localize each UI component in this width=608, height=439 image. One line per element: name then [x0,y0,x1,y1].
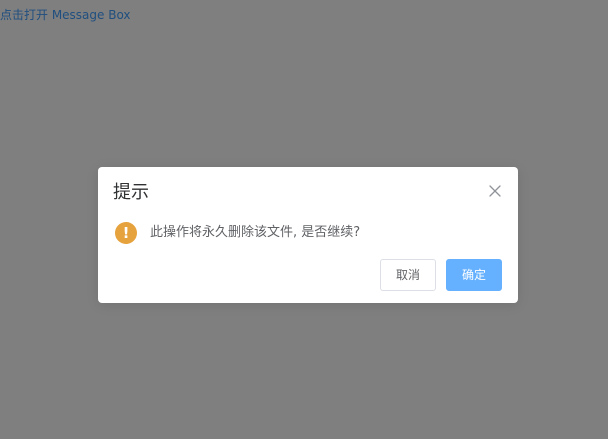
dialog-message: 此操作将永久删除该文件, 是否继续? [150,225,361,240]
cancel-button[interactable]: 取消 [380,259,436,291]
dialog-title: 提示 [113,182,149,203]
message-box-dialog: 提示 ! 此操作将永久删除该文件, 是否继续? 取消 确定 [98,167,518,303]
warning-icon: ! [115,222,137,244]
page: 点击打开 Message Box 提示 ! 此操作将永久删除该文件, 是否继续?… [0,0,608,439]
confirm-button[interactable]: 确定 [446,259,502,291]
close-icon[interactable] [488,184,502,198]
